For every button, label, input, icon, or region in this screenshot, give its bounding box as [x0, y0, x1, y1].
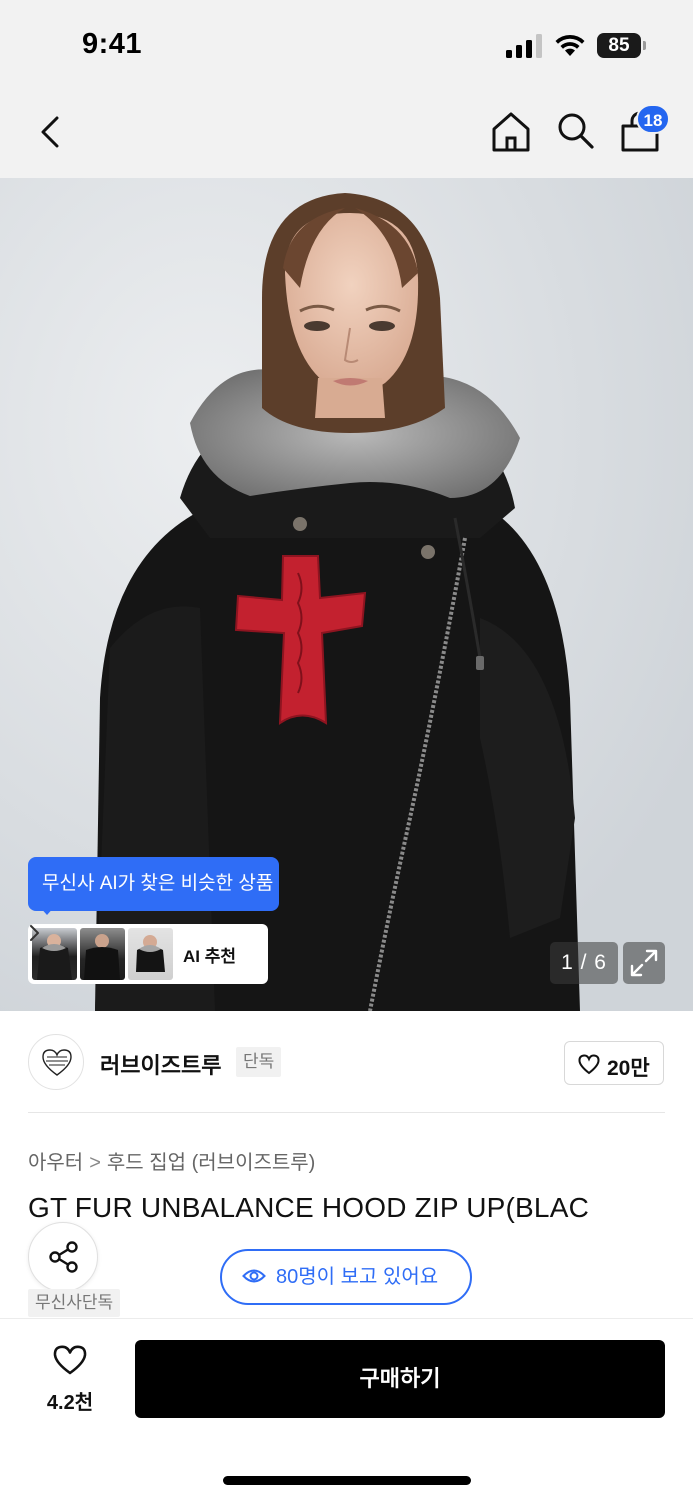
breadcrumb-subcategory[interactable]: 후드 집업 (러브이즈트루)	[107, 1152, 315, 1174]
viewers-text: 80명이 보고 있어요	[276, 1266, 439, 1288]
section-divider	[28, 1112, 665, 1113]
buy-button[interactable]: 구매하기	[135, 1340, 665, 1418]
heart-outline-icon	[578, 1054, 600, 1075]
brand-logo[interactable]	[28, 1034, 84, 1090]
battery-level: 85	[597, 33, 641, 58]
cellular-signal-icon	[506, 34, 542, 58]
search-icon[interactable]	[555, 110, 597, 152]
home-indicator[interactable]	[223, 1476, 471, 1485]
battery-icon: 85	[597, 33, 647, 58]
ai-thumb-2[interactable]	[80, 928, 125, 980]
product-title: GT FUR UNBALANCE HOOD ZIP UP(BLAC	[28, 1192, 589, 1223]
battery-cap	[643, 41, 646, 50]
ai-tooltip-tail	[38, 905, 56, 915]
home-icon[interactable]	[490, 110, 532, 154]
ai-similar-tooltip[interactable]: 무신사 AI가 찾은 비슷한 상품	[28, 857, 279, 911]
brand-like-count: 20만	[607, 1057, 650, 1080]
share-icon	[49, 1241, 78, 1273]
ai-recommend-label: AI 추천	[183, 947, 237, 966]
heart-outline-icon	[53, 1345, 87, 1375]
exclusive-tag: 단독	[236, 1047, 282, 1077]
musinsa-exclusive-badge: 무신사단독	[28, 1289, 121, 1317]
eye-icon	[242, 1269, 266, 1283]
share-button[interactable]	[28, 1222, 98, 1292]
image-page-counter: 1 / 6	[550, 942, 618, 984]
expand-icon	[630, 949, 658, 977]
wishlist-button[interactable]: 4.2천	[30, 1340, 110, 1418]
bottom-bar-divider	[0, 1318, 693, 1319]
viewers-count-pill: 80명이 보고 있어요	[220, 1249, 472, 1305]
expand-button[interactable]	[623, 942, 665, 984]
wishlist-count: 4.2천	[46, 1392, 94, 1414]
status-bar: 9:41 85	[0, 0, 693, 90]
ai-recommend-card[interactable]: AI 추천	[28, 924, 268, 984]
ai-thumb-3[interactable]	[128, 928, 173, 980]
brand-heart-logo-icon	[42, 1049, 72, 1076]
wifi-icon	[555, 34, 585, 56]
back-chevron-icon[interactable]	[32, 112, 72, 152]
chevron-right-icon	[30, 925, 39, 941]
top-nav	[0, 90, 693, 178]
brand-like-button[interactable]: 20만	[564, 1041, 664, 1085]
cart-count-badge: 18	[636, 104, 670, 134]
breadcrumb-separator-icon: >	[89, 1152, 101, 1174]
status-time: 9:41	[82, 28, 143, 60]
breadcrumb: 아우터 > 후드 집업 (러브이즈트루)	[28, 1146, 315, 1175]
breadcrumb-category[interactable]: 아우터	[28, 1152, 83, 1174]
brand-name[interactable]: 러브이즈트루	[100, 1048, 221, 1080]
product-image-carousel[interactable]: 무신사 AI가 찾은 비슷한 상품 AI 추천 1 / 6	[0, 178, 693, 1011]
